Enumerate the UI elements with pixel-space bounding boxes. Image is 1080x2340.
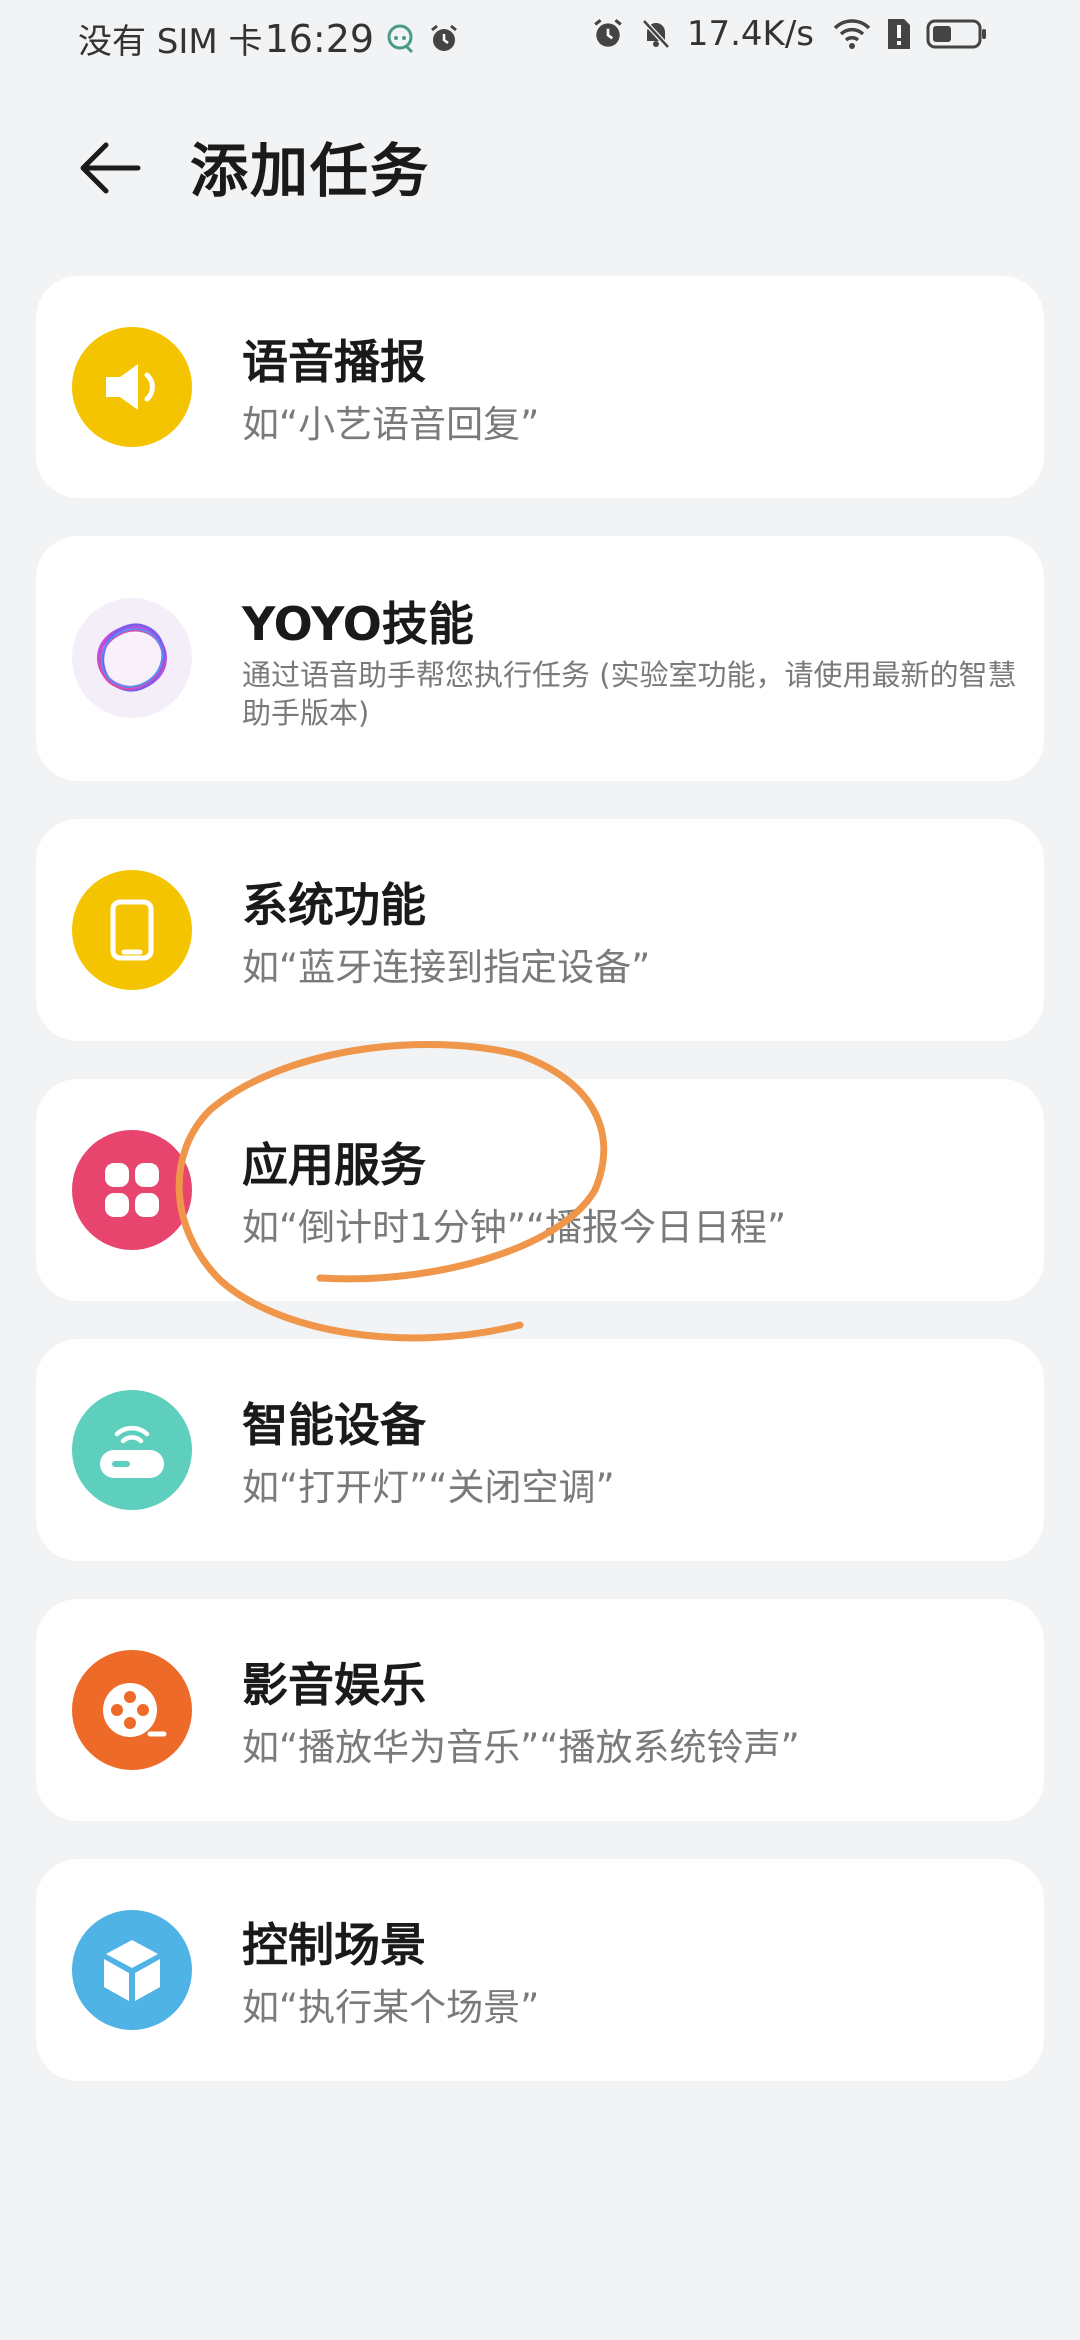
card-icon-badge — [72, 1390, 192, 1510]
card-icon-badge — [72, 1650, 192, 1770]
card-title: 语音播报 — [242, 335, 426, 389]
task-card-system-function[interactable]: 系统功能 如“蓝牙连接到指定设备” — [36, 819, 1044, 1041]
task-card-smart-device[interactable]: 智能设备 如“打开灯”“关闭空调” — [36, 1339, 1044, 1561]
task-card-control-scene[interactable]: 控制场景 如“执行某个场景” — [36, 1859, 1044, 2081]
status-right: 17.4K/s — [591, 14, 1002, 54]
card-description: 如“播放华为音乐”“播放系统铃声” — [242, 1726, 800, 1769]
carrier-text: 没有 SIM 卡 — [78, 22, 263, 62]
task-card-voice-broadcast[interactable]: 语音播报 如“小艺语音回复” — [36, 276, 1044, 498]
chat-bubble-icon — [384, 22, 418, 56]
smart-device-icon — [72, 1390, 192, 1510]
back-arrow-icon — [80, 142, 141, 194]
film-reel-icon — [72, 1650, 192, 1770]
status-left: 没有 SIM 卡 16:29 — [78, 14, 460, 63]
card-icon-badge — [72, 1130, 192, 1250]
task-card-app-service[interactable]: 应用服务 如“倒计时1分钟”“播报今日日程” — [36, 1079, 1044, 1301]
card-icon-badge — [72, 1910, 192, 2030]
card-title: YOYO技能 — [242, 597, 474, 651]
phone-icon — [72, 870, 192, 990]
card-description: 如“打开灯”“关闭空调” — [242, 1466, 615, 1509]
apps-grid-icon — [72, 1130, 192, 1250]
status-bar: 没有 SIM 卡 16:29 17.4K/s — [0, 0, 1080, 72]
alarm-icon — [591, 17, 625, 51]
yoyo-orb-icon — [72, 598, 192, 718]
battery-icon — [926, 18, 988, 50]
speaker-icon — [72, 327, 192, 447]
card-description: 如“小艺语音回复” — [242, 403, 540, 446]
alarm-icon — [428, 23, 460, 55]
card-title: 应用服务 — [242, 1138, 426, 1192]
clock-time: 16:29 — [264, 16, 375, 61]
card-description: 通过语音助手帮您执行任务 (实验室功能，请使用最新的智慧助手版本) — [242, 658, 1017, 730]
card-title: 系统功能 — [242, 878, 426, 932]
task-card-media-entertainment[interactable]: 影音娱乐 如“播放华为音乐”“播放系统铃声” — [36, 1599, 1044, 1821]
cube-icon — [72, 1910, 192, 2030]
card-title: 影音娱乐 — [242, 1658, 426, 1712]
card-icon-badge — [72, 598, 192, 718]
mute-bell-icon — [639, 17, 673, 51]
sim-alert-icon — [886, 17, 912, 51]
card-title: 智能设备 — [242, 1398, 426, 1452]
card-title: 控制场景 — [242, 1918, 426, 1972]
card-description: 如“倒计时1分钟”“播报今日日程” — [242, 1206, 787, 1249]
network-speed: 17.4K/s — [686, 14, 814, 54]
wifi-icon — [832, 17, 872, 51]
card-description: 如“蓝牙连接到指定设备” — [242, 946, 651, 989]
header: 添加任务 — [0, 110, 1080, 210]
card-icon-badge — [72, 870, 192, 990]
task-card-yoyo-skill[interactable]: YOYO技能 通过语音助手帮您执行任务 (实验室功能，请使用最新的智慧助手版本) — [36, 536, 1044, 781]
card-icon-badge — [72, 327, 192, 447]
back-button[interactable] — [70, 128, 150, 208]
page-title: 添加任务 — [190, 137, 431, 205]
card-description: 如“执行某个场景” — [242, 1986, 540, 2029]
